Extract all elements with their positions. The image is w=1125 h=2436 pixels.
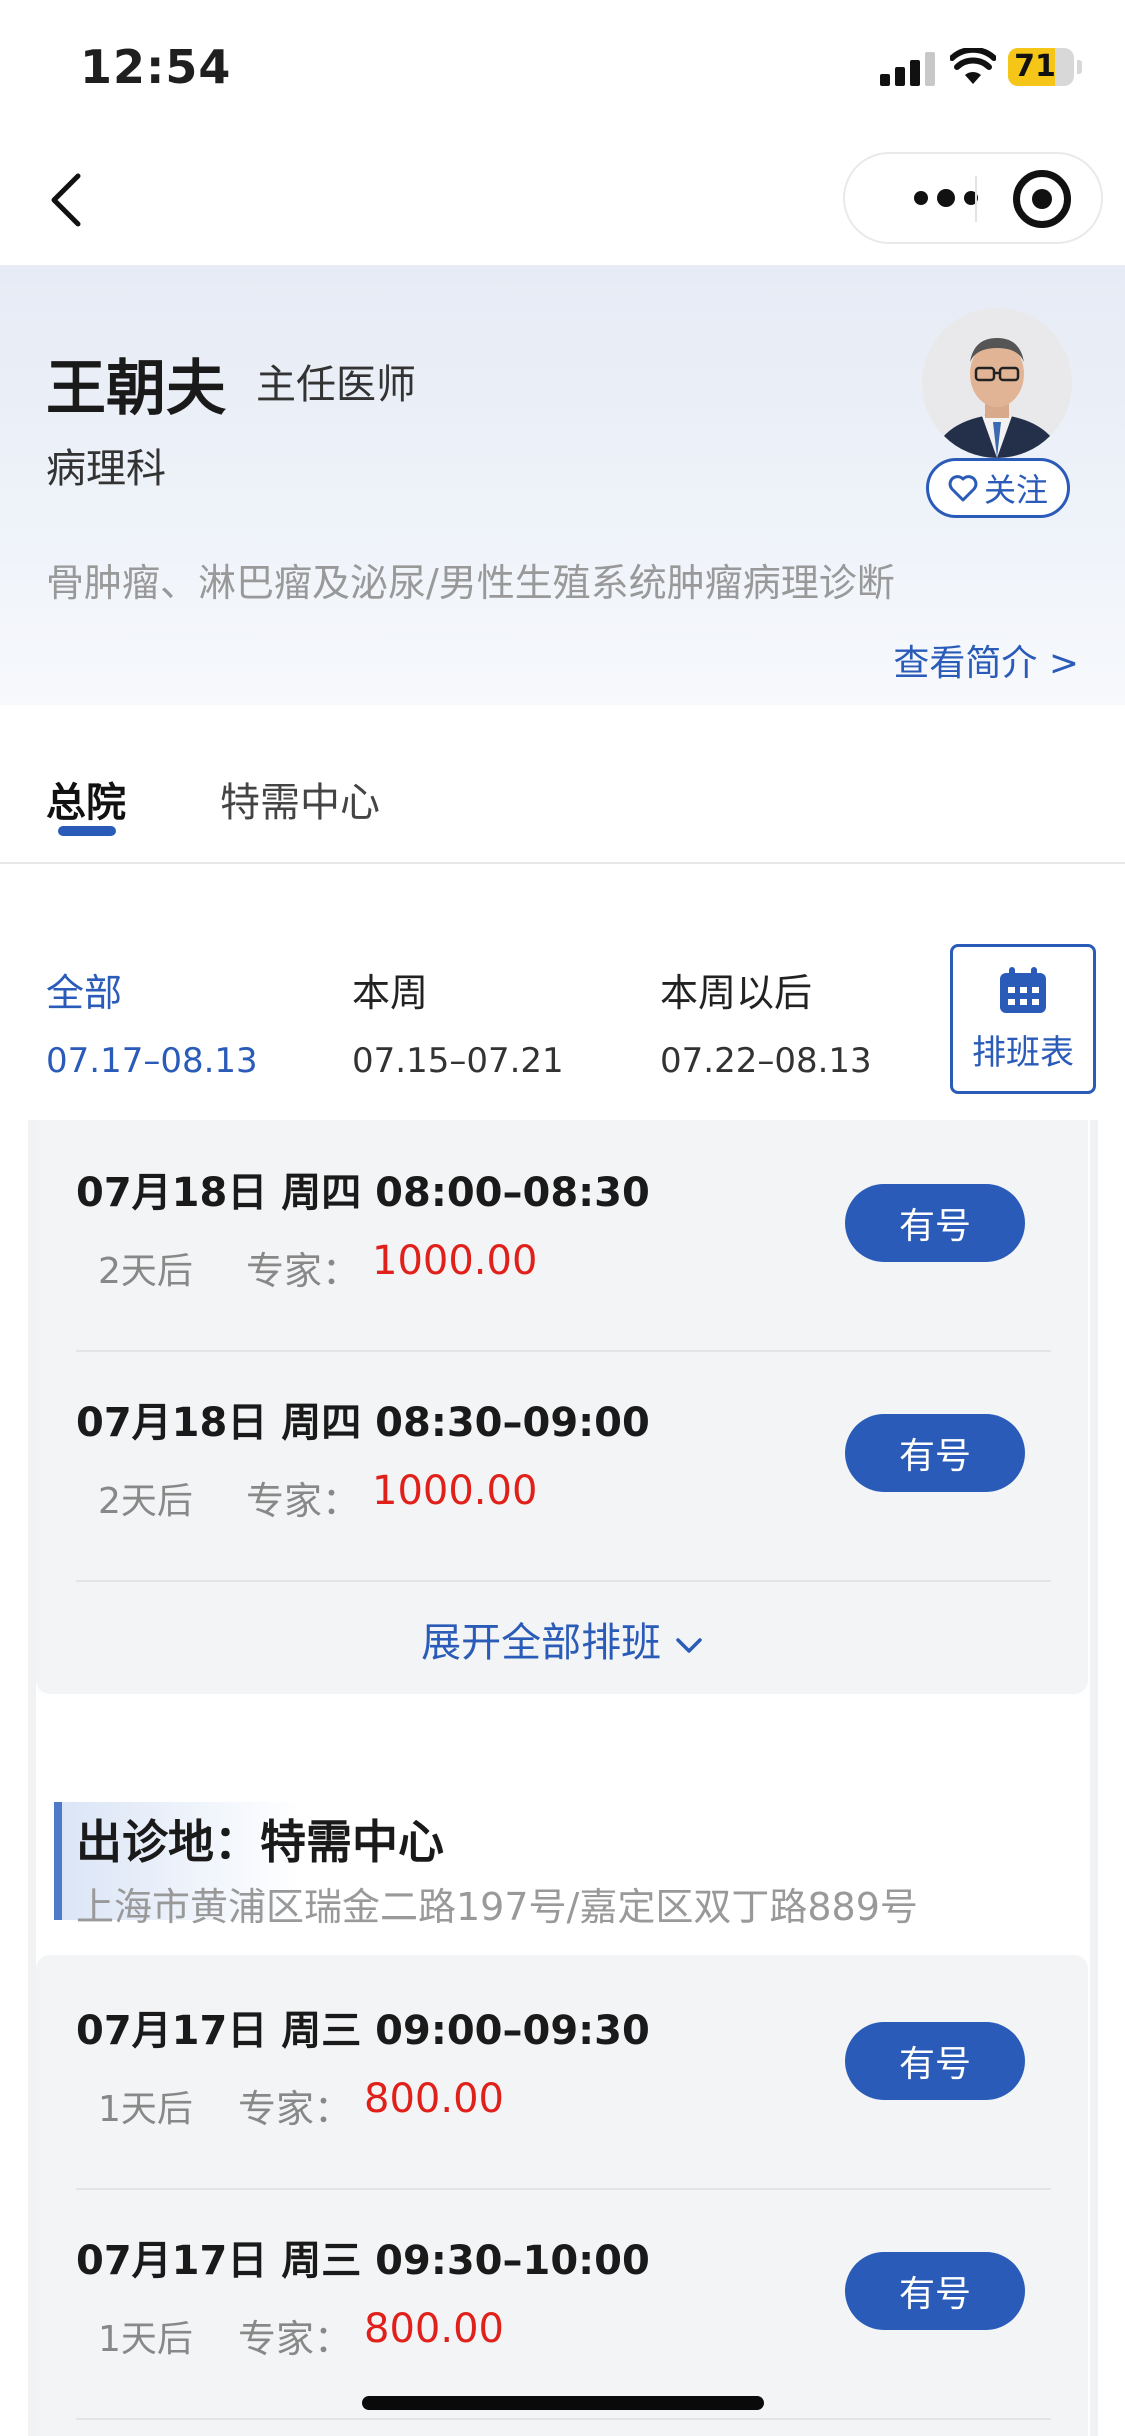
doctor-department: 病理科 — [46, 446, 166, 492]
battery-level: 71 — [1014, 49, 1056, 84]
date-filter-label: 本周以后 — [660, 971, 813, 1015]
doctor-name: 王朝夫 — [46, 354, 226, 424]
slot-divider — [76, 2418, 1051, 2420]
tab-general-hospital[interactable]: 总院 — [46, 770, 126, 828]
slot-fee: 800.00 — [364, 2076, 504, 2122]
location-title: 出诊地：特需中心 — [76, 1815, 444, 1869]
slot-fee: 800.00 — [364, 2306, 504, 2352]
back-icon[interactable] — [44, 170, 94, 230]
date-filter-after-this-week[interactable]: 本周以后 07.22–08.13 — [660, 962, 872, 1081]
schedule-table-label: 排班表 — [972, 1033, 1074, 1073]
date-filter-label: 全部 — [46, 971, 123, 1015]
slot-fee-label: 专家： — [238, 2087, 353, 2131]
slot-fee: 1000.00 — [372, 1468, 538, 1514]
status-bar: 12:54 71 — [0, 0, 1125, 135]
date-filter-label: 本周 — [352, 971, 429, 1015]
battery-icon: 71 — [1008, 48, 1074, 86]
tab-special-center[interactable]: 特需中心 — [220, 770, 380, 828]
location-accent-bar — [54, 1802, 62, 1920]
slot-fee: 1000.00 — [372, 1238, 538, 1284]
slot-datetime: 07月18日 周四 08:30–09:00 — [76, 1400, 650, 1446]
home-indicator[interactable] — [362, 2396, 764, 2410]
date-filter-range: 07.15–07.21 — [352, 1041, 564, 1081]
follow-button[interactable]: 关注 — [926, 458, 1070, 518]
slot-datetime: 07月17日 周三 09:30–10:00 — [76, 2238, 650, 2284]
slot-fee-label: 专家： — [246, 1249, 361, 1293]
tab-active-indicator — [58, 826, 116, 836]
date-filter-range: 07.22–08.13 — [660, 1041, 872, 1081]
list-edge-right — [1090, 1120, 1098, 2436]
doctor-avatar — [922, 308, 1072, 458]
book-slot-button[interactable]: 有号 — [845, 2252, 1025, 2330]
location-address: 上海市黄浦区瑞金二路197号/嘉定区双丁路889号 — [76, 1885, 918, 1929]
capsule-divider — [975, 176, 977, 222]
doctor-specialty: 骨肿瘤、淋巴瘤及泌尿/男性生殖系统肿瘤病理诊断 — [46, 561, 895, 605]
slot-days-until: 2天后 — [98, 1481, 193, 1522]
mini-program-capsule — [843, 152, 1103, 244]
wifi-icon — [950, 48, 996, 84]
slot-fee-label: 专家： — [238, 2317, 353, 2361]
expand-label: 展开全部排班 — [421, 1620, 662, 1666]
slot-datetime: 07月18日 周四 08:00–08:30 — [76, 1170, 650, 1216]
schedule-slot: 07月18日 周四 08:30–09:00 2天后 专家： 1000.00 有号 — [76, 1352, 1051, 1582]
tab-divider — [0, 862, 1125, 864]
signal-icon — [880, 52, 936, 86]
expand-all-schedule-button[interactable]: 展开全部排班 — [0, 1610, 1125, 1668]
slot-fee-label: 专家： — [246, 1479, 361, 1523]
book-slot-button[interactable]: 有号 — [845, 1414, 1025, 1492]
slot-divider — [76, 1580, 1051, 1582]
schedule-slot: 07月17日 周三 09:30–10:00 1天后 专家： 800.00 有号 — [76, 2190, 1051, 2420]
slot-days-until: 1天后 — [98, 2089, 193, 2130]
slot-days-until: 1天后 — [98, 2319, 193, 2360]
date-filter-all[interactable]: 全部 07.17–08.13 — [46, 962, 258, 1081]
schedule-slot: 07月17日 周三 09:00–09:30 1天后 专家： 800.00 有号 — [76, 1960, 1051, 2190]
book-slot-button[interactable]: 有号 — [845, 1184, 1025, 1262]
book-slot-button[interactable]: 有号 — [845, 2022, 1025, 2100]
battery-tip — [1077, 60, 1082, 74]
list-edge-left — [28, 1120, 36, 2436]
schedule-slot: 07月18日 周四 08:00–08:30 2天后 专家： 1000.00 有号 — [76, 1122, 1051, 1352]
schedule-table-button[interactable]: 排班表 — [950, 944, 1096, 1094]
more-dots-icon[interactable] — [881, 154, 1011, 242]
heart-icon — [948, 475, 978, 502]
slot-datetime: 07月17日 周三 09:00–09:30 — [76, 2008, 650, 2054]
doctor-title: 主任医师 — [256, 362, 416, 408]
status-time: 12:54 — [80, 40, 232, 94]
date-filter-this-week[interactable]: 本周 07.15–07.21 — [352, 962, 564, 1081]
chevron-down-icon — [676, 1638, 702, 1653]
target-icon[interactable] — [1013, 170, 1071, 228]
calendar-icon — [1000, 967, 1046, 1013]
date-filter-range: 07.17–08.13 — [46, 1041, 258, 1081]
view-intro-link[interactable]: 查看简介 > — [893, 634, 1079, 686]
slot-days-until: 2天后 — [98, 1251, 193, 1292]
follow-label: 关注 — [983, 471, 1048, 509]
